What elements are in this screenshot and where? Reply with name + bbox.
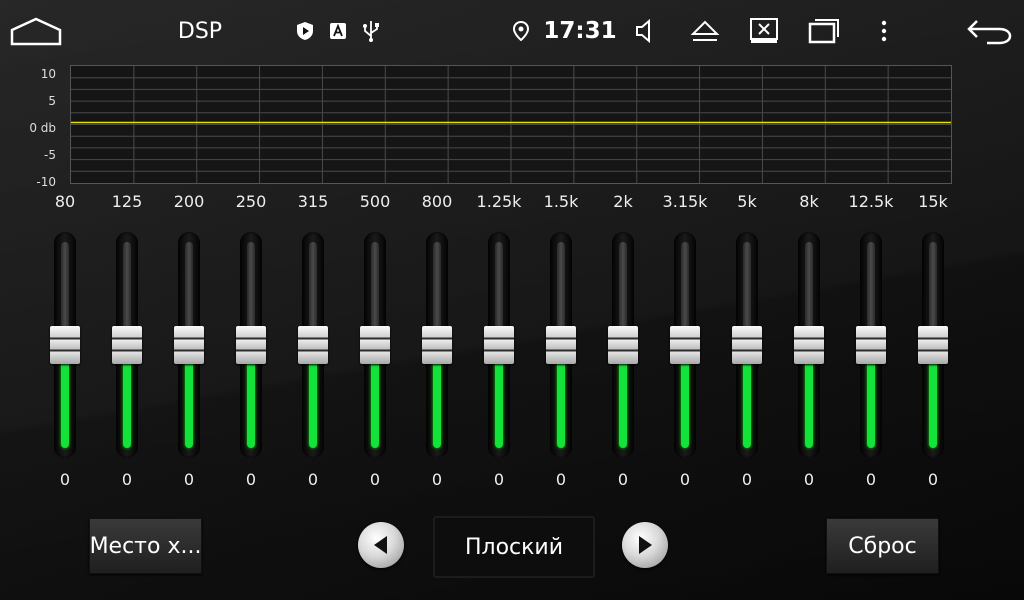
slider-knob[interactable] bbox=[732, 326, 762, 364]
band-value: 0 bbox=[493, 470, 505, 489]
band-value: 0 bbox=[679, 470, 691, 489]
y-label: -5 bbox=[44, 148, 56, 162]
band-value: 0 bbox=[555, 470, 567, 489]
app-title: DSP bbox=[177, 18, 223, 44]
y-label: 10 bbox=[40, 67, 56, 81]
eq-slider[interactable] bbox=[484, 232, 514, 458]
eq-slider[interactable] bbox=[112, 232, 142, 458]
volume-icon[interactable] bbox=[630, 0, 660, 62]
slider-knob[interactable] bbox=[298, 326, 328, 364]
eq-slider[interactable] bbox=[50, 232, 80, 458]
freq-label: 15k bbox=[918, 192, 948, 211]
slider-knob[interactable] bbox=[50, 326, 80, 364]
slider-knob[interactable] bbox=[546, 326, 576, 364]
eq-graph-canvas bbox=[71, 66, 951, 183]
eq-slider[interactable] bbox=[236, 232, 266, 458]
band-value: 0 bbox=[307, 470, 319, 489]
eq-slider[interactable] bbox=[174, 232, 204, 458]
eq-slider[interactable] bbox=[546, 232, 576, 458]
home-icon[interactable] bbox=[8, 0, 64, 62]
y-label: 0 db bbox=[29, 121, 56, 135]
usb-icon bbox=[358, 0, 384, 62]
eq-response-graph bbox=[70, 65, 952, 184]
eq-slider[interactable] bbox=[856, 232, 886, 458]
band-value: 0 bbox=[927, 470, 939, 489]
band-value: 0 bbox=[121, 470, 133, 489]
more-vert-icon[interactable] bbox=[872, 0, 896, 62]
freq-label: 8k bbox=[799, 192, 819, 211]
location-pin-icon bbox=[508, 0, 534, 62]
eq-slider[interactable] bbox=[298, 232, 328, 458]
eq-slider[interactable] bbox=[732, 232, 762, 458]
y-label: 5 bbox=[48, 94, 56, 108]
freq-label: 1.25k bbox=[476, 192, 522, 211]
font-a-icon bbox=[325, 0, 351, 62]
triangle-left-icon bbox=[374, 536, 387, 554]
freq-label: 80 bbox=[54, 192, 76, 211]
shield-icon bbox=[292, 0, 318, 62]
band-value: 0 bbox=[431, 470, 443, 489]
freq-label: 800 bbox=[421, 192, 453, 211]
slider-knob[interactable] bbox=[422, 326, 452, 364]
freq-label: 1.5k bbox=[543, 192, 579, 211]
band-value: 0 bbox=[59, 470, 71, 489]
band-value: 0 bbox=[245, 470, 257, 489]
slider-knob[interactable] bbox=[608, 326, 638, 364]
eq-slider[interactable] bbox=[670, 232, 700, 458]
freq-label: 315 bbox=[297, 192, 329, 211]
eq-slider[interactable] bbox=[794, 232, 824, 458]
band-value: 0 bbox=[183, 470, 195, 489]
freq-label: 250 bbox=[235, 192, 267, 211]
slider-knob[interactable] bbox=[236, 326, 266, 364]
eq-slider[interactable] bbox=[422, 232, 452, 458]
slider-knob[interactable] bbox=[794, 326, 824, 364]
eject-icon[interactable] bbox=[688, 0, 722, 62]
triangle-right-icon bbox=[639, 536, 652, 554]
slider-knob[interactable] bbox=[484, 326, 514, 364]
prev-preset-button[interactable] bbox=[358, 522, 404, 568]
band-value: 0 bbox=[741, 470, 753, 489]
slider-knob[interactable] bbox=[360, 326, 390, 364]
eq-slider[interactable] bbox=[918, 232, 948, 458]
band-value: 0 bbox=[865, 470, 877, 489]
back-icon[interactable] bbox=[962, 0, 1016, 62]
status-bar: DSP 17:31 bbox=[0, 0, 1024, 62]
preset-name: Плоский bbox=[433, 516, 595, 578]
next-preset-button[interactable] bbox=[622, 522, 668, 568]
slider-knob[interactable] bbox=[856, 326, 886, 364]
band-value: 0 bbox=[369, 470, 381, 489]
clock: 17:31 bbox=[543, 18, 617, 44]
y-label: -10 bbox=[36, 175, 56, 189]
freq-label: 200 bbox=[173, 192, 205, 211]
slider-knob[interactable] bbox=[174, 326, 204, 364]
recent-apps-icon[interactable] bbox=[806, 0, 842, 62]
freq-label: 3.15k bbox=[662, 192, 708, 211]
slider-knob[interactable] bbox=[918, 326, 948, 364]
eq-slider[interactable] bbox=[608, 232, 638, 458]
frequency-labels: 80 125 200 250 315 500 800 1.25k 1.5k 2k 3.15k 5k 8k… bbox=[0, 192, 1024, 214]
screen-off-icon[interactable] bbox=[747, 0, 781, 62]
freq-label: 12.5k bbox=[848, 192, 894, 211]
reset-button[interactable]: Сброс bbox=[826, 518, 939, 574]
freq-label: 2k bbox=[613, 192, 633, 211]
freq-label: 125 bbox=[111, 192, 143, 211]
slider-knob[interactable] bbox=[670, 326, 700, 364]
eq-slider[interactable] bbox=[360, 232, 390, 458]
location-button[interactable]: Место х... bbox=[89, 518, 202, 574]
band-value: 0 bbox=[803, 470, 815, 489]
slider-knob[interactable] bbox=[112, 326, 142, 364]
freq-label: 500 bbox=[359, 192, 391, 211]
freq-label: 5k bbox=[737, 192, 757, 211]
band-value: 0 bbox=[617, 470, 629, 489]
